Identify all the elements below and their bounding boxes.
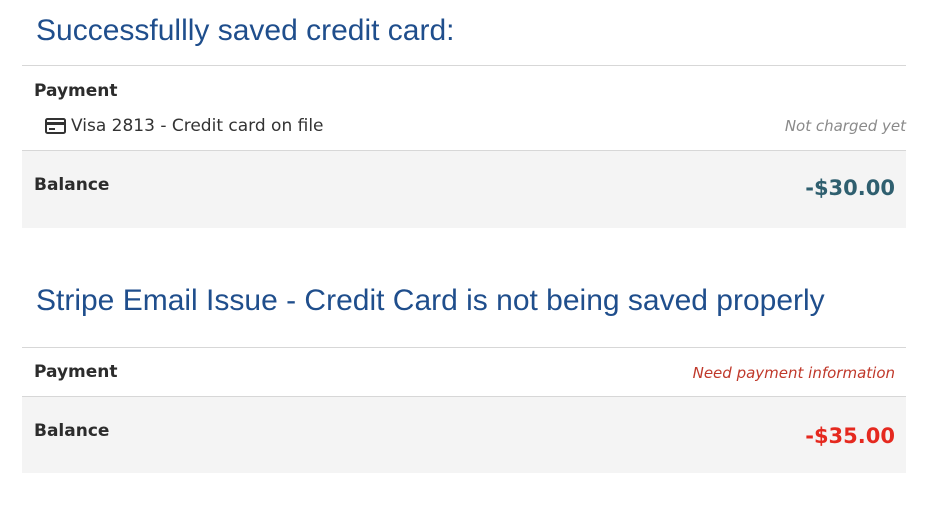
payment-status-link[interactable]: Need payment information: [693, 364, 895, 382]
balance-label: Balance: [34, 421, 110, 441]
card-description: Visa 2813 - Credit card on file: [71, 116, 324, 136]
balance-amount: -$30.00: [805, 176, 895, 200]
section-heading-success: Successfullly saved credit card:: [36, 14, 455, 47]
balance-amount: -$35.00: [805, 424, 895, 448]
payment-label: Payment: [34, 362, 118, 382]
credit-card-icon: [45, 118, 66, 134]
balance-label: Balance: [34, 175, 110, 195]
payment-label: Payment: [34, 81, 118, 101]
payment-summary-panel-issue: Payment Need payment information Balance…: [22, 347, 906, 473]
balance-row: Balance -$30.00: [22, 151, 906, 228]
balance-row: Balance -$35.00: [22, 397, 906, 473]
card-on-file: Visa 2813 - Credit card on file: [45, 116, 324, 136]
payment-status: Not charged yet: [784, 117, 906, 135]
section-heading-issue: Stripe Email Issue - Credit Card is not …: [36, 284, 825, 317]
payment-summary-panel-success: Payment Visa 2813 - Credit card on file …: [22, 65, 906, 228]
payment-row: Payment Need payment information: [22, 348, 906, 397]
payment-row: Payment Visa 2813 - Credit card on file …: [22, 66, 906, 151]
